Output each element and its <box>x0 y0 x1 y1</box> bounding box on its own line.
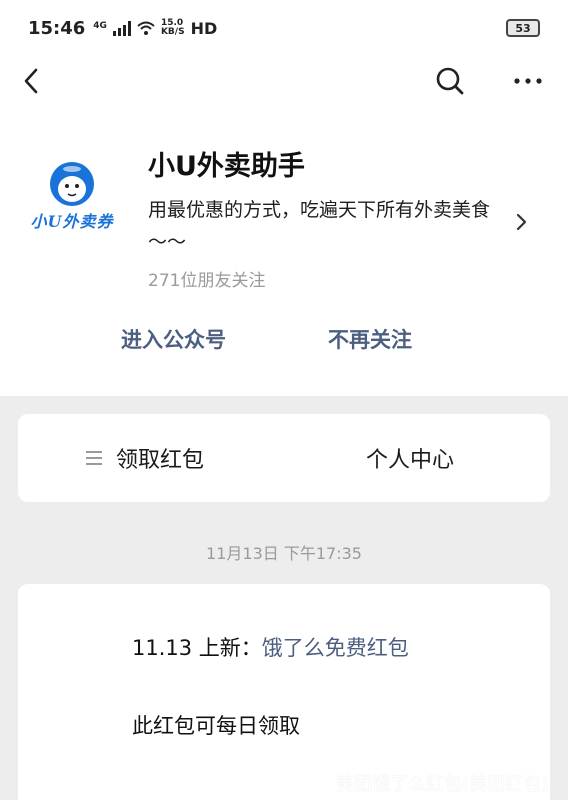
account-profile: 小U外卖券 小U外卖助手 用最优惠的方式，吃遍天下所有外卖美食～～ 271位朋友… <box>0 106 568 396</box>
status-icons: 4G 15.0 KB/S HD <box>93 19 217 38</box>
account-description[interactable]: 用最优惠的方式，吃遍天下所有外卖美食～～ <box>148 194 508 258</box>
speed-unit: KB/S <box>160 27 185 37</box>
watermark: 美团饿了么红包(美团红包) <box>335 774 548 795</box>
nav-bar <box>0 56 568 106</box>
status-time: 15:46 <box>28 17 86 39</box>
menu-card: 领取红包 个人中心 <box>18 414 550 502</box>
back-icon[interactable] <box>18 64 48 98</box>
hd-indicator: HD <box>190 18 218 38</box>
status-bar: 15:46 4G 15.0 KB/S HD 53 <box>0 0 568 56</box>
battery-level: 53 <box>515 21 531 35</box>
followers-count: 271位朋友关注 <box>148 271 266 291</box>
avatar-logo-text: 小U外卖券 <box>30 212 114 231</box>
helmet-mascot-icon <box>50 162 94 206</box>
enter-account-button[interactable]: 进入公众号 <box>121 324 226 354</box>
message-prefix: 11.13 上新： <box>132 636 262 660</box>
network-speed: 15.0 KB/S <box>161 19 185 37</box>
message-headline: 11.13 上新：饿了么免费红包 <box>132 632 409 662</box>
unfollow-button[interactable]: 不再关注 <box>328 324 412 354</box>
wifi-icon <box>137 21 155 35</box>
message-body: 此红包可每日领取 <box>132 714 300 738</box>
network-type: 4G <box>93 20 107 31</box>
search-icon[interactable] <box>433 64 467 98</box>
more-horizontal-icon[interactable] <box>508 64 548 98</box>
menu-item-claim-red-packet[interactable]: 领取红包 <box>86 414 204 502</box>
menu-lines-icon <box>86 451 102 465</box>
menu-item-label: 领取红包 <box>116 448 205 473</box>
message-card[interactable]: 11.13 上新：饿了么免费红包 此红包可每日领取 <box>18 584 550 800</box>
message-link[interactable]: 饿了么免费红包 <box>262 636 409 660</box>
battery-icon: 53 <box>506 19 540 37</box>
avatar: 小U外卖券 <box>28 154 116 242</box>
chevron-right-icon[interactable] <box>514 210 530 234</box>
signal-icon <box>112 20 131 36</box>
menu-item-label: 个人中心 <box>366 448 455 473</box>
account-name: 小U外卖助手 <box>148 151 305 182</box>
message-timestamp: 11月13日 下午17:35 <box>206 544 362 563</box>
menu-item-personal-center[interactable]: 个人中心 <box>366 414 454 502</box>
